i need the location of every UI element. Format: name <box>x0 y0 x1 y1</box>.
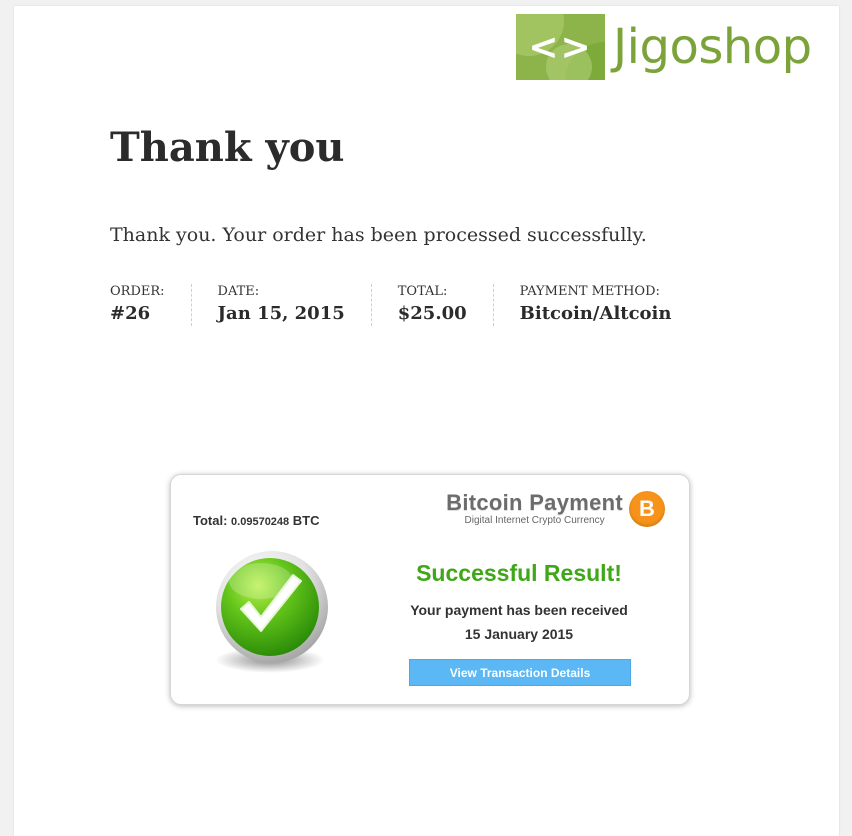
order-number: ORDER: #26 <box>110 284 191 326</box>
order-date-label: DATE: <box>217 284 260 299</box>
bitcoin-icon: B <box>629 491 665 527</box>
jigoshop-logo-text: Jigoshop <box>613 19 812 75</box>
order-total-label: TOTAL: <box>397 284 448 299</box>
bitcoin-payment-subtitle: Digital Internet Crypto Currency <box>464 515 605 526</box>
jigoshop-logo[interactable]: <> Jigoshop <box>516 14 812 80</box>
order-details: ORDER: #26 DATE: Jan 15, 2015 TOTAL: $25… <box>110 284 697 326</box>
checkmark-icon <box>209 547 335 677</box>
order-date-value: Jan 15, 2015 <box>217 303 345 324</box>
order-date: DATE: Jan 15, 2015 <box>190 284 371 326</box>
jigoshop-logo-mark: <> <box>516 14 605 80</box>
bitcoin-payment-brand: Bitcoin Payment Digital Internet Crypto … <box>446 491 623 527</box>
order-total: TOTAL: $25.00 <box>370 284 493 326</box>
code-brackets-icon: <> <box>528 26 593 68</box>
result-date: 15 January 2015 <box>464 626 574 642</box>
bitcoin-payment-title: Bitcoin Payment <box>446 490 623 515</box>
payment-method: PAYMENT METHOD: Bitcoin/Altcoin <box>492 284 698 326</box>
payment-method-label: PAYMENT METHOD: <box>519 284 660 299</box>
btc-total: Total: 0.09570248 BTC <box>193 513 320 528</box>
bitcoin-payment-card: Total: 0.09570248 BTC Bitcoin Payment Di… <box>170 474 690 705</box>
page-title: Thank you <box>110 124 345 171</box>
payment-result: Successful Result! Your payment has been… <box>407 559 631 643</box>
view-transaction-button[interactable]: View Transaction Details <box>409 659 631 686</box>
result-message: Your payment has been received <box>410 602 628 618</box>
payment-method-value: Bitcoin/Altcoin <box>519 303 672 324</box>
order-success-message: Thank you. Your order has been processed… <box>110 224 647 246</box>
result-title: Successful Result! <box>416 560 622 586</box>
page-content: <> Jigoshop Thank you Thank you. Your or… <box>14 6 839 836</box>
btc-total-label: Total: <box>193 513 228 528</box>
order-number-label: ORDER: <box>110 284 165 299</box>
order-number-value: #26 <box>110 303 151 324</box>
btc-total-amount: 0.09570248 <box>231 516 290 528</box>
order-total-value: $25.00 <box>397 303 467 324</box>
btc-total-currency: BTC <box>292 513 320 528</box>
